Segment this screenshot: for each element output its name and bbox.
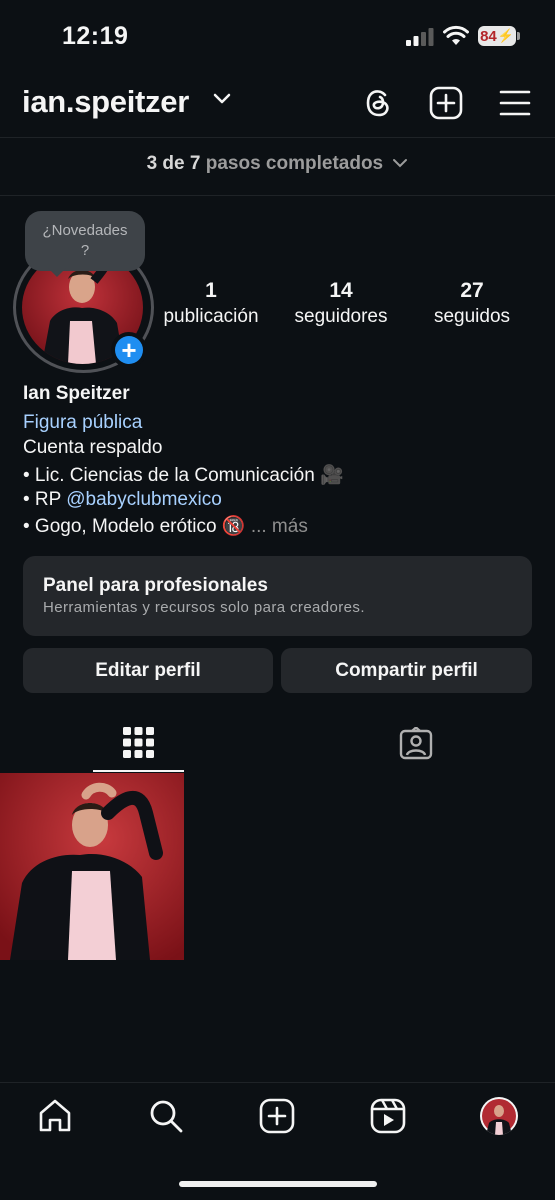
add-story-button[interactable]: +: [111, 332, 147, 368]
search-icon[interactable]: [148, 1098, 184, 1134]
navbar-divider: [0, 1082, 555, 1083]
username-switcher[interactable]: ian.speitzer: [22, 84, 189, 120]
grid-icon[interactable]: [123, 727, 154, 758]
bio-line: • RP @babyclubmexico: [23, 489, 222, 511]
chevron-down-icon: [393, 159, 408, 168]
posts-label: publicación: [163, 306, 259, 327]
bio-line: • Gogo, Modelo erótico 🔞 ... más: [23, 514, 308, 538]
bio-line: • Lic. Ciencias de la Comunicación 🎥: [23, 465, 344, 486]
create-icon[interactable]: [259, 1098, 295, 1134]
tagged-icon[interactable]: [399, 727, 433, 760]
mention-link[interactable]: @babyclubmexico: [66, 489, 222, 510]
posts-stat[interactable]: 1 publicación: [146, 279, 276, 328]
edit-profile-button[interactable]: Editar perfil: [23, 648, 273, 693]
status-time: 12:19: [62, 22, 129, 50]
wifi-icon: [443, 25, 469, 45]
profile-thumb-photo: [482, 1099, 516, 1135]
header-divider: [0, 137, 555, 138]
whats-new-bubble[interactable]: ¿Novedades ?: [25, 211, 145, 271]
panel-subtitle: Herramientas y recursos solo para creado…: [43, 599, 365, 616]
share-profile-button[interactable]: Compartir perfil: [281, 648, 532, 693]
reels-icon[interactable]: [370, 1098, 406, 1134]
following-label: seguidos: [433, 306, 511, 327]
bubble-tail: [48, 268, 66, 277]
threads-icon[interactable]: [361, 86, 395, 120]
bio-line: Cuenta respaldo: [23, 437, 163, 458]
profile-category: Figura pública: [23, 412, 143, 433]
profile-avatar-icon[interactable]: [480, 1097, 518, 1135]
panel-title: Panel para profesionales: [43, 575, 268, 596]
steps-label: pasos completados: [205, 153, 384, 174]
posts-count: 1: [205, 279, 217, 302]
following-stat[interactable]: 27 seguidos: [407, 279, 537, 328]
bio-rp-label: • RP: [23, 489, 67, 510]
battery-level: 84: [480, 27, 497, 45]
profile-name: Ian Speitzer: [23, 383, 130, 404]
battery-icon: 84 ⚡: [478, 26, 516, 46]
followers-stat[interactable]: 14 seguidores: [276, 279, 406, 328]
bubble-line2: ?: [80, 242, 90, 259]
cellular-signal-icon: [406, 28, 434, 46]
followers-label: seguidores: [294, 306, 388, 327]
home-indicator: [179, 1181, 377, 1187]
plus-icon: +: [115, 336, 143, 364]
post-photo: [0, 773, 184, 960]
chevron-down-icon[interactable]: [213, 93, 231, 105]
post-thumbnail[interactable]: [0, 773, 184, 960]
following-count: 27: [460, 279, 484, 302]
followers-count: 14: [329, 279, 353, 302]
active-tab-indicator: [93, 770, 184, 772]
more-link[interactable]: ... más: [251, 516, 308, 537]
menu-icon[interactable]: [498, 86, 532, 120]
bubble-line1: ¿Novedades: [42, 222, 128, 239]
steps-divider: [0, 195, 555, 196]
bio-line-text: • Gogo, Modelo erótico 🔞: [23, 516, 246, 537]
home-icon[interactable]: [37, 1098, 73, 1134]
new-post-icon[interactable]: [429, 86, 463, 120]
steps-count: 3 de 7: [146, 153, 201, 174]
battery-tip: [517, 32, 520, 40]
profile-steps-progress[interactable]: 3 de 7 pasos completados: [0, 153, 555, 175]
